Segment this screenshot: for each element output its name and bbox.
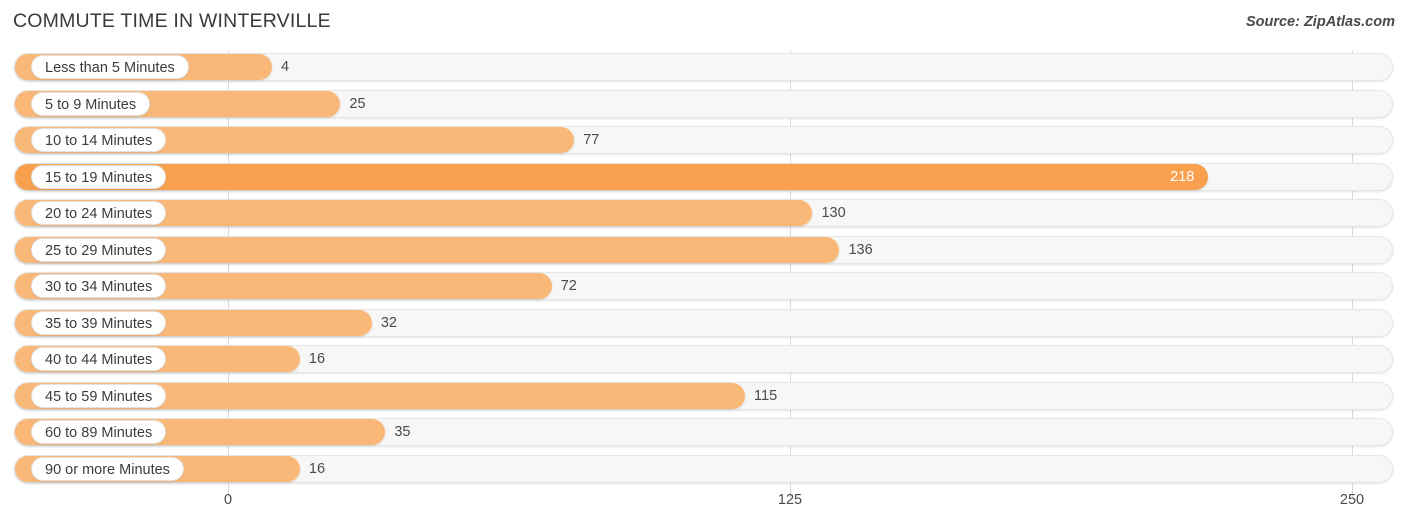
bar-row[interactable]: 40 to 44 Minutes 16 — [0, 342, 1406, 379]
category-label: 15 to 19 Minutes — [31, 164, 167, 189]
chart-container: COMMUTE TIME IN WINTERVILLE Source: ZipA… — [0, 0, 1406, 523]
category-label: 40 to 44 Minutes — [31, 347, 167, 371]
value-label: 130 — [821, 205, 846, 221]
bar-row[interactable]: 45 to 59 Minutes 115 — [0, 379, 1406, 416]
axis-tick-label: 125 — [777, 492, 803, 508]
bar-row[interactable]: Less than 5 Minutes 4 — [0, 50, 1406, 87]
category-label: 25 to 29 Minutes — [31, 237, 167, 262]
value-label: 72 — [560, 278, 577, 294]
value-label: 35 — [394, 424, 411, 440]
value-label: 115 — [754, 387, 778, 404]
value-label: 4 — [281, 59, 290, 75]
x-axis: 0 125 250 — [0, 488, 1406, 523]
category-label: 5 to 9 Minutes — [31, 91, 151, 116]
bar-row[interactable]: 10 to 14 Minutes 77 — [0, 123, 1406, 160]
category-label: Less than 5 Minutes — [31, 55, 189, 79]
bar-row[interactable]: 15 to 19 Minutes 218 — [0, 160, 1406, 197]
category-label: 30 to 34 Minutes — [31, 274, 167, 298]
category-label: 45 to 59 Minutes — [31, 383, 167, 408]
bar-rows: Less than 5 Minutes 4 5 to 9 Minutes 25 10 t… — [0, 50, 1406, 488]
source-attribution: Source: ZipAtlas.com — [1245, 14, 1395, 30]
bar-row[interactable]: 35 to 39 Minutes 32 — [0, 306, 1406, 343]
bar-row[interactable]: 90 or more Minutes 16 — [0, 452, 1406, 489]
bar-row[interactable]: 20 to 24 Minutes 130 — [0, 196, 1406, 233]
value-bar[interactable] — [15, 163, 1209, 190]
value-label: 16 — [308, 460, 326, 477]
value-label: 136 — [848, 241, 873, 258]
category-label: 20 to 24 Minutes — [31, 201, 167, 225]
value-label: 218 — [1170, 168, 1195, 185]
category-label: 35 to 39 Minutes — [31, 310, 167, 335]
category-label: 60 to 89 Minutes — [31, 420, 167, 444]
category-label: 90 or more Minutes — [31, 456, 184, 481]
plot-area: Less than 5 Minutes 4 5 to 9 Minutes 25 10 t… — [0, 50, 1406, 488]
bar-row[interactable]: 30 to 34 Minutes 72 — [0, 269, 1406, 306]
bar-row[interactable]: 25 to 29 Minutes 136 — [0, 233, 1406, 270]
axis-tick-label: 250 — [1339, 492, 1365, 508]
bar-row[interactable]: 5 to 9 Minutes 25 — [0, 87, 1406, 124]
value-label: 16 — [308, 351, 326, 367]
value-label: 25 — [349, 95, 366, 112]
page-title: COMMUTE TIME IN WINTERVILLE — [13, 10, 331, 32]
axis-tick-label: 0 — [223, 492, 233, 508]
bar-row[interactable]: 60 to 89 Minutes 35 — [0, 415, 1406, 452]
value-label: 77 — [583, 132, 600, 148]
value-label: 32 — [380, 314, 397, 331]
category-label: 10 to 14 Minutes — [31, 128, 167, 152]
